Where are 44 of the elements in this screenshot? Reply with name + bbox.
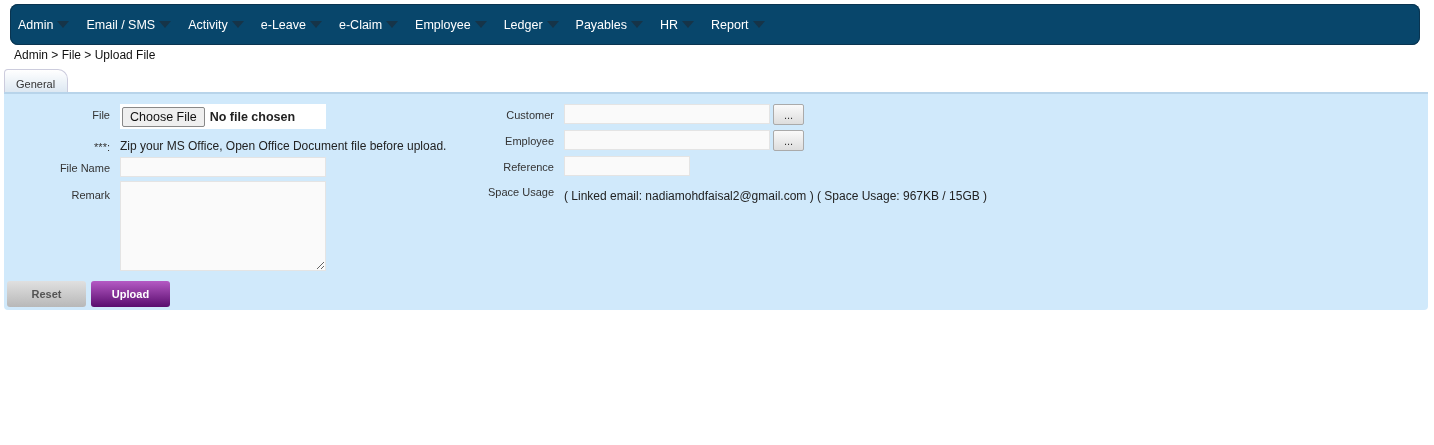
menu-item[interactable]: Activity bbox=[188, 13, 244, 36]
field-label: Space Usage bbox=[487, 185, 554, 200]
space-usage-text: ( Linked email: nadiamohdfaisal2@gmail.com ) ( Space Usage: 967KB / 15GB ) bbox=[564, 188, 988, 203]
caret-icon bbox=[546, 21, 559, 28]
reset-button[interactable]: Reset bbox=[7, 281, 86, 307]
choose-file-button[interactable]: Choose File bbox=[122, 106, 205, 127]
browse-button[interactable]: ... bbox=[773, 130, 804, 151]
file-status: No file chosen bbox=[209, 109, 296, 124]
field-label: File bbox=[92, 108, 110, 123]
menu-item[interactable]: Ledger bbox=[503, 13, 559, 36]
caret-icon bbox=[752, 21, 765, 28]
remark-field[interactable] bbox=[120, 181, 326, 271]
browse-button[interactable]: ... bbox=[773, 104, 804, 125]
caret-icon bbox=[474, 21, 487, 28]
menu-item[interactable]: e-Leave bbox=[260, 13, 322, 36]
hint-text: Zip your MS Office, Open Office Document file before upload. bbox=[120, 138, 448, 153]
menu-item[interactable]: Email / SMS bbox=[86, 13, 172, 36]
field-label: Customer bbox=[506, 108, 554, 123]
field-label: Reference bbox=[503, 160, 554, 175]
text-field[interactable] bbox=[564, 156, 690, 176]
text-field[interactable] bbox=[564, 104, 770, 124]
menu-item[interactable]: Payables bbox=[575, 13, 643, 36]
field-label: File Name bbox=[59, 161, 110, 176]
menu-item[interactable]: Report bbox=[711, 13, 765, 36]
upload-button[interactable]: Upload bbox=[91, 281, 170, 307]
menu-item[interactable]: HR bbox=[660, 13, 695, 36]
caret-icon bbox=[57, 21, 70, 28]
text-field[interactable] bbox=[120, 157, 326, 177]
menu-item[interactable]: e-Claim bbox=[339, 13, 399, 36]
field-label: ***: bbox=[94, 140, 110, 153]
text-field[interactable] bbox=[564, 130, 770, 150]
caret-icon bbox=[386, 21, 399, 28]
menu-item[interactable]: Admin bbox=[18, 13, 70, 36]
field-label: Remark bbox=[71, 188, 110, 203]
file-input[interactable]: Choose File No file chosen bbox=[120, 104, 326, 129]
breadcrumb: Admin > File > Upload File bbox=[14, 48, 156, 62]
caret-icon bbox=[231, 21, 244, 28]
field-label: Employee bbox=[505, 134, 554, 149]
caret-icon bbox=[159, 21, 172, 28]
caret-icon bbox=[682, 21, 695, 28]
tab[interactable]: General bbox=[4, 69, 69, 92]
menu-item[interactable]: Employee bbox=[415, 13, 487, 36]
caret-icon bbox=[631, 21, 643, 28]
caret-icon bbox=[310, 21, 322, 28]
